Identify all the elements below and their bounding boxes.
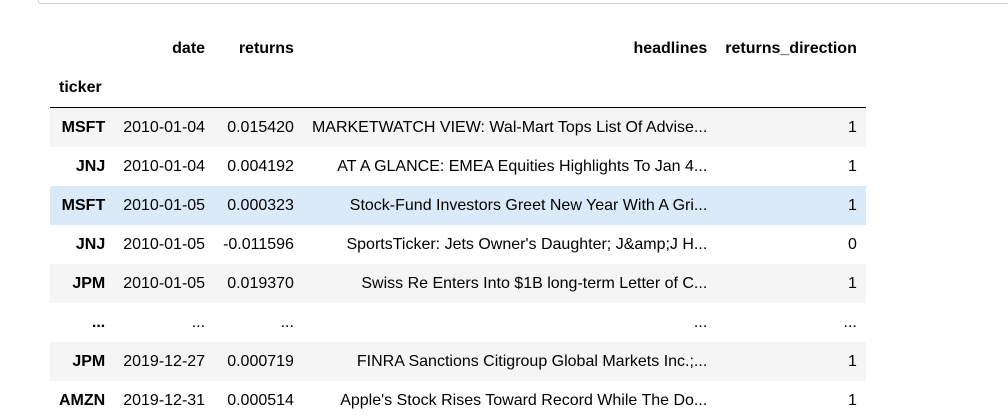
cell-headlines: MARKETWATCH VIEW: Wal-Mart Tops List Of … <box>303 108 716 148</box>
cell-returns: 0.019370 <box>214 264 303 303</box>
cell-returns: 0.015420 <box>214 108 303 148</box>
cell-returns-direction: 1 <box>716 381 866 420</box>
table-row: MSFT 2010-01-04 0.015420 MARKETWATCH VIE… <box>50 108 866 148</box>
column-header-date: date <box>114 30 214 68</box>
cell-date: 2010-01-05 <box>114 225 214 264</box>
column-header-returns-direction: returns_direction <box>716 30 866 68</box>
cell-headlines: Stock-Fund Investors Greet New Year With… <box>303 186 716 225</box>
cell-headlines: Swiss Re Enters Into $1B long-term Lette… <box>303 264 716 303</box>
index-name-spacer <box>303 68 716 108</box>
cell-date: 2019-12-27 <box>114 342 214 381</box>
cell-returns-direction: 1 <box>716 342 866 381</box>
row-index-ticker: ... <box>50 303 114 342</box>
index-name-spacer <box>214 68 303 108</box>
output-cell-frame <box>38 0 1008 4</box>
row-index-ticker: JPM <box>50 264 114 303</box>
table-row: JNJ 2010-01-05 -0.011596 SportsTicker: J… <box>50 225 866 264</box>
cell-date: 2010-01-04 <box>114 108 214 148</box>
index-name-ticker: ticker <box>50 68 114 108</box>
cell-headlines: Apple's Stock Rises Toward Record While … <box>303 381 716 420</box>
table-row: AMZN 2019-12-31 0.000514 Apple's Stock R… <box>50 381 866 420</box>
row-index-ticker: MSFT <box>50 108 114 148</box>
row-index-ticker: AMZN <box>50 381 114 420</box>
cell-headlines: ... <box>303 303 716 342</box>
cell-headlines: SportsTicker: Jets Owner's Daughter; J&a… <box>303 225 716 264</box>
table-body: MSFT 2010-01-04 0.015420 MARKETWATCH VIE… <box>50 108 866 420</box>
cell-returns: 0.000719 <box>214 342 303 381</box>
column-header-returns: returns <box>214 30 303 68</box>
cell-returns: ... <box>214 303 303 342</box>
cell-date: 2010-01-04 <box>114 147 214 186</box>
cell-date: ... <box>114 303 214 342</box>
cell-returns-direction: 1 <box>716 108 866 148</box>
cell-returns: -0.011596 <box>214 225 303 264</box>
table-row: JPM 2010-01-05 0.019370 Swiss Re Enters … <box>50 264 866 303</box>
row-index-ticker: JPM <box>50 342 114 381</box>
index-name-row: ticker <box>50 68 866 108</box>
index-header-blank <box>50 30 114 68</box>
table-row-ellipsis: ... ... ... ... ... <box>50 303 866 342</box>
cell-headlines: FINRA Sanctions Citigroup Global Markets… <box>303 342 716 381</box>
row-index-ticker: MSFT <box>50 186 114 225</box>
cell-returns-direction: ... <box>716 303 866 342</box>
cell-date: 2010-01-05 <box>114 264 214 303</box>
cell-returns-direction: 1 <box>716 147 866 186</box>
cell-returns-direction: 0 <box>716 225 866 264</box>
table-row: JPM 2019-12-27 0.000719 FINRA Sanctions … <box>50 342 866 381</box>
table-row-hovered: MSFT 2010-01-05 0.000323 Stock-Fund Inve… <box>50 186 866 225</box>
cell-returns: 0.004192 <box>214 147 303 186</box>
cell-date: 2010-01-05 <box>114 186 214 225</box>
cell-returns: 0.000323 <box>214 186 303 225</box>
row-index-ticker: JNJ <box>50 147 114 186</box>
column-header-headlines: headlines <box>303 30 716 68</box>
column-header-row: date returns headlines returns_direction <box>50 30 866 68</box>
table-header: date returns headlines returns_direction… <box>50 30 866 108</box>
cell-date: 2019-12-31 <box>114 381 214 420</box>
cell-returns: 0.000514 <box>214 381 303 420</box>
cell-returns-direction: 1 <box>716 186 866 225</box>
row-index-ticker: JNJ <box>50 225 114 264</box>
index-name-spacer <box>114 68 214 108</box>
cell-headlines: AT A GLANCE: EMEA Equities Highlights To… <box>303 147 716 186</box>
table-row: JNJ 2010-01-04 0.004192 AT A GLANCE: EME… <box>50 147 866 186</box>
index-name-spacer <box>716 68 866 108</box>
dataframe-table: date returns headlines returns_direction… <box>50 30 866 420</box>
cell-returns-direction: 1 <box>716 264 866 303</box>
